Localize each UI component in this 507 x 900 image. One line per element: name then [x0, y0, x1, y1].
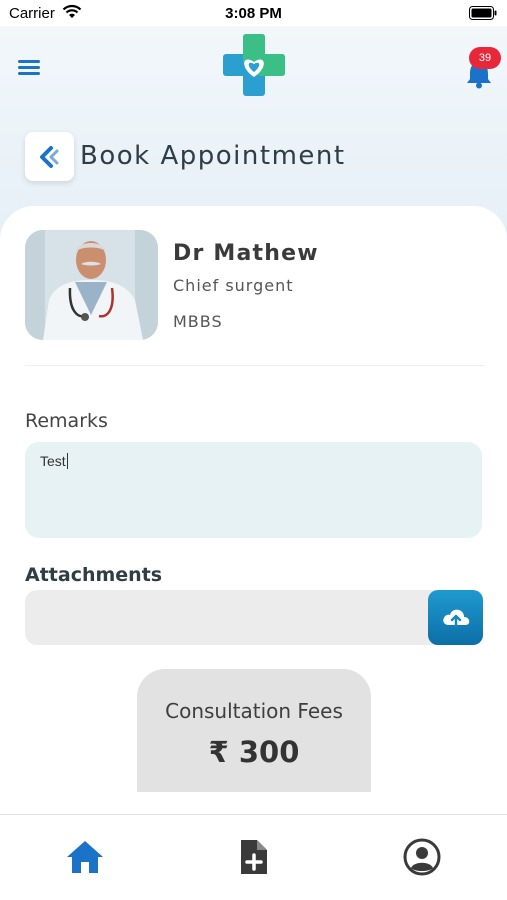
back-button[interactable]: [25, 132, 74, 181]
doctor-name: Dr Mathew: [173, 241, 319, 266]
doctor-degree: MBBS: [173, 312, 223, 331]
tab-add-record[interactable]: [231, 835, 275, 879]
consultation-fees-card: Consultation Fees ₹ 300: [137, 669, 371, 792]
user-circle-icon: [403, 838, 441, 876]
menu-icon[interactable]: [18, 58, 42, 76]
text-caret: [66, 453, 68, 469]
bottom-tab-bar: [0, 814, 507, 900]
remarks-value: Test: [40, 453, 66, 469]
page-title: Book Appointment: [80, 141, 346, 171]
doctor-role: Chief surgent: [173, 276, 294, 295]
upload-button[interactable]: [428, 590, 483, 645]
attachments-field[interactable]: [25, 590, 482, 645]
status-time: 3:08 PM: [225, 5, 282, 22]
doctor-photo: [25, 230, 158, 340]
chevron-left-icon: [40, 146, 59, 168]
tab-home[interactable]: [63, 835, 107, 879]
status-bar: Carrier 3:08 PM: [0, 0, 507, 26]
notification-badge: 39: [469, 47, 501, 69]
attachments-label: Attachments: [25, 564, 163, 586]
battery-icon: [469, 6, 497, 24]
document-plus-icon: [241, 840, 267, 874]
remarks-input[interactable]: Test: [25, 442, 482, 538]
cloud-upload-icon: [443, 609, 470, 629]
divider: [25, 365, 485, 366]
remarks-label: Remarks: [25, 410, 108, 432]
fees-label: Consultation Fees: [165, 699, 343, 723]
home-icon: [67, 841, 103, 873]
fees-amount: ₹ 300: [208, 735, 300, 769]
app-logo: [223, 34, 285, 100]
tab-profile[interactable]: [400, 835, 444, 879]
